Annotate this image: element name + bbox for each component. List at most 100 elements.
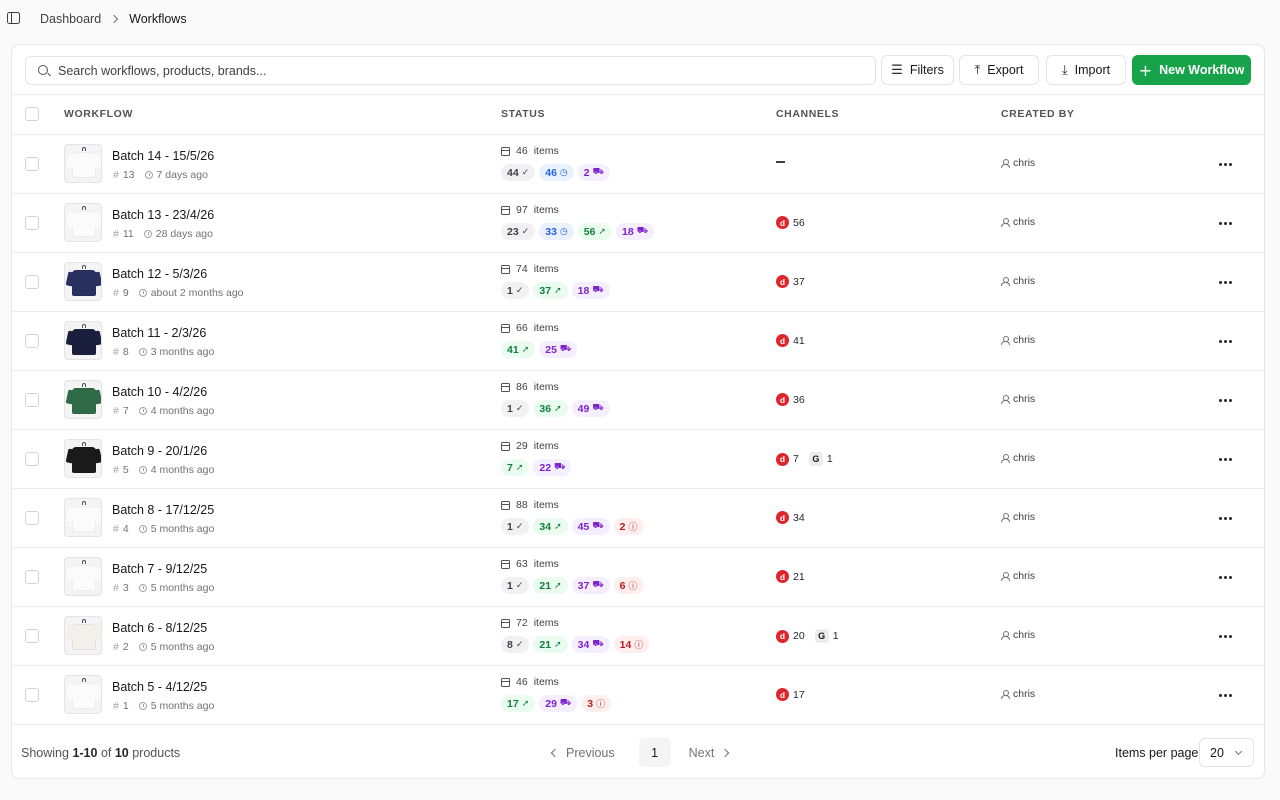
status-badge-published: 7 ➚ <box>501 459 530 476</box>
import-button[interactable]: ⤓ Import <box>1046 55 1126 85</box>
row-checkbox[interactable] <box>25 570 39 584</box>
items-number: 86 <box>516 381 528 393</box>
items-number: 46 <box>516 676 528 688</box>
workflow-age: 28 days ago <box>155 228 213 240</box>
items-number: 97 <box>516 204 528 216</box>
workflow-name[interactable]: Batch 14 - 15/5/26 <box>112 149 214 163</box>
workflow-name[interactable]: Batch 7 - 9/12/25 <box>112 562 207 576</box>
column-header-workflow[interactable]: WORKFLOW <box>64 108 133 120</box>
badge-count: 56 <box>583 225 596 238</box>
workflow-name[interactable]: Batch 13 - 23/4/26 <box>112 208 214 222</box>
row-checkbox[interactable] <box>25 511 39 525</box>
row-checkbox[interactable] <box>25 334 39 348</box>
search-box[interactable] <box>25 56 876 85</box>
column-header-channels[interactable]: CHANNELS <box>776 108 839 120</box>
workflows-panel: ☰ Filters ⤒ Export ⤓ Import + New Workfl… <box>11 44 1265 779</box>
badge-count: 45 <box>577 520 590 533</box>
column-header-created-by[interactable]: CREATED BY <box>1001 108 1074 120</box>
select-all-checkbox[interactable] <box>25 107 39 121</box>
row-actions-button[interactable] <box>1214 391 1236 409</box>
row-checkbox[interactable] <box>25 157 39 171</box>
column-header-status[interactable]: STATUS <box>501 108 545 120</box>
workflow-meta: # 8 3 months ago <box>113 346 214 358</box>
badge-count: 17 <box>507 697 519 710</box>
workflow-meta: # 5 4 months ago <box>113 464 214 476</box>
table-row[interactable]: Batch 11 - 2/3/26 # 8 3 months ago 66 it… <box>12 312 1264 371</box>
row-actions-button[interactable] <box>1214 155 1236 173</box>
shirt-image <box>72 152 96 178</box>
row-checkbox[interactable] <box>25 275 39 289</box>
row-checkbox[interactable] <box>25 393 39 407</box>
cart-icon: ⛟ <box>559 344 572 354</box>
breadcrumb-dashboard[interactable]: Dashboard <box>40 12 101 26</box>
row-checkbox[interactable] <box>25 216 39 230</box>
workflow-name[interactable]: Batch 11 - 2/3/26 <box>112 326 206 340</box>
workflow-name[interactable]: Batch 9 - 20/1/26 <box>112 444 207 458</box>
row-actions-button[interactable] <box>1214 627 1236 645</box>
sidebar-toggle-icon[interactable] <box>7 12 20 24</box>
items-number: 63 <box>516 558 528 570</box>
table-row[interactable]: Batch 6 - 8/12/25 # 2 5 months ago 72 it… <box>12 607 1264 666</box>
workflow-id: 11 <box>122 228 134 240</box>
new-workflow-button[interactable]: + New Workflow <box>1132 55 1251 85</box>
items-per-page-select[interactable]: 20 <box>1199 738 1254 767</box>
badge-count: 34 <box>539 520 552 533</box>
items-number: 66 <box>516 322 528 334</box>
search-input[interactable] <box>58 63 875 78</box>
table-row[interactable]: Batch 7 - 9/12/25 # 3 5 months ago 63 it… <box>12 548 1264 607</box>
row-actions-button[interactable] <box>1214 214 1236 232</box>
row-checkbox[interactable] <box>25 688 39 702</box>
export-button[interactable]: ⤒ Export <box>959 55 1039 85</box>
row-checkbox[interactable] <box>25 452 39 466</box>
workflow-name[interactable]: Batch 8 - 17/12/25 <box>112 503 214 517</box>
filters-button[interactable]: ☰ Filters <box>881 55 954 85</box>
shirt-image <box>72 565 96 591</box>
shirt-image <box>72 506 96 532</box>
table-row[interactable]: Batch 5 - 4/12/25 # 1 5 months ago 46 it… <box>12 666 1264 725</box>
table-row[interactable]: Batch 10 - 4/2/26 # 7 4 months ago 86 it… <box>12 371 1264 430</box>
next-page-button[interactable]: Next <box>689 746 730 760</box>
badge-count: 46 <box>545 166 557 179</box>
status-badge-cart: 29 ⛟ <box>539 695 578 712</box>
previous-page-button[interactable]: Previous <box>548 746 615 760</box>
package-icon <box>501 146 510 156</box>
workflow-name[interactable]: Batch 5 - 4/12/25 <box>112 680 207 694</box>
status-badges: 23 ✓ 33 ◷ 56 ➚ 18 ⛟ <box>501 223 655 240</box>
table-row[interactable]: Batch 8 - 17/12/25 # 4 5 months ago 88 i… <box>12 489 1264 548</box>
status-badge-error: 14 ⓘ <box>613 636 650 653</box>
row-actions-button[interactable] <box>1214 509 1236 527</box>
clock-icon <box>138 525 147 533</box>
user-icon <box>1001 689 1010 699</box>
workflow-age: about 2 months ago <box>150 287 244 299</box>
rocket-icon: ➚ <box>554 403 562 414</box>
items-count: 86 items <box>501 381 559 393</box>
row-actions-button[interactable] <box>1214 332 1236 350</box>
status-badge-approved: 1 ✓ <box>501 577 530 594</box>
items-label: items <box>533 440 559 452</box>
row-checkbox[interactable] <box>25 629 39 643</box>
status-badge-error: 2 ⓘ <box>613 518 644 535</box>
chevron-left-icon <box>550 748 560 757</box>
workflow-name[interactable]: Batch 10 - 4/2/26 <box>112 385 207 399</box>
page-number-button[interactable]: 1 <box>638 738 671 767</box>
row-actions-button[interactable] <box>1214 273 1236 291</box>
table-row[interactable]: Batch 14 - 15/5/26 # 13 7 days ago 46 it… <box>12 135 1264 194</box>
row-actions-button[interactable] <box>1214 686 1236 704</box>
rocket-icon: ➚ <box>554 580 562 591</box>
workflow-id: 5 <box>122 464 129 476</box>
table-row[interactable]: Batch 9 - 20/1/26 # 5 4 months ago 29 it… <box>12 430 1264 489</box>
table-row[interactable]: Batch 12 - 5/3/26 # 9 about 2 months ago… <box>12 253 1264 312</box>
user-icon <box>1001 571 1010 581</box>
showing-range: 1-10 <box>72 746 98 760</box>
row-actions-button[interactable] <box>1214 450 1236 468</box>
table-row[interactable]: Batch 13 - 23/4/26 # 11 28 days ago 97 i… <box>12 194 1264 253</box>
row-actions-button[interactable] <box>1214 568 1236 586</box>
workflow-age: 3 months ago <box>150 346 215 358</box>
workflow-name[interactable]: Batch 12 - 5/3/26 <box>112 267 207 281</box>
workflow-name[interactable]: Batch 6 - 8/12/25 <box>112 621 207 635</box>
workflow-age: 5 months ago <box>150 582 215 594</box>
cart-icon: ⛟ <box>554 462 566 472</box>
hanger-icon <box>82 678 86 682</box>
items-count: 29 items <box>501 440 559 452</box>
check-circle-icon: ✓ <box>515 403 524 414</box>
